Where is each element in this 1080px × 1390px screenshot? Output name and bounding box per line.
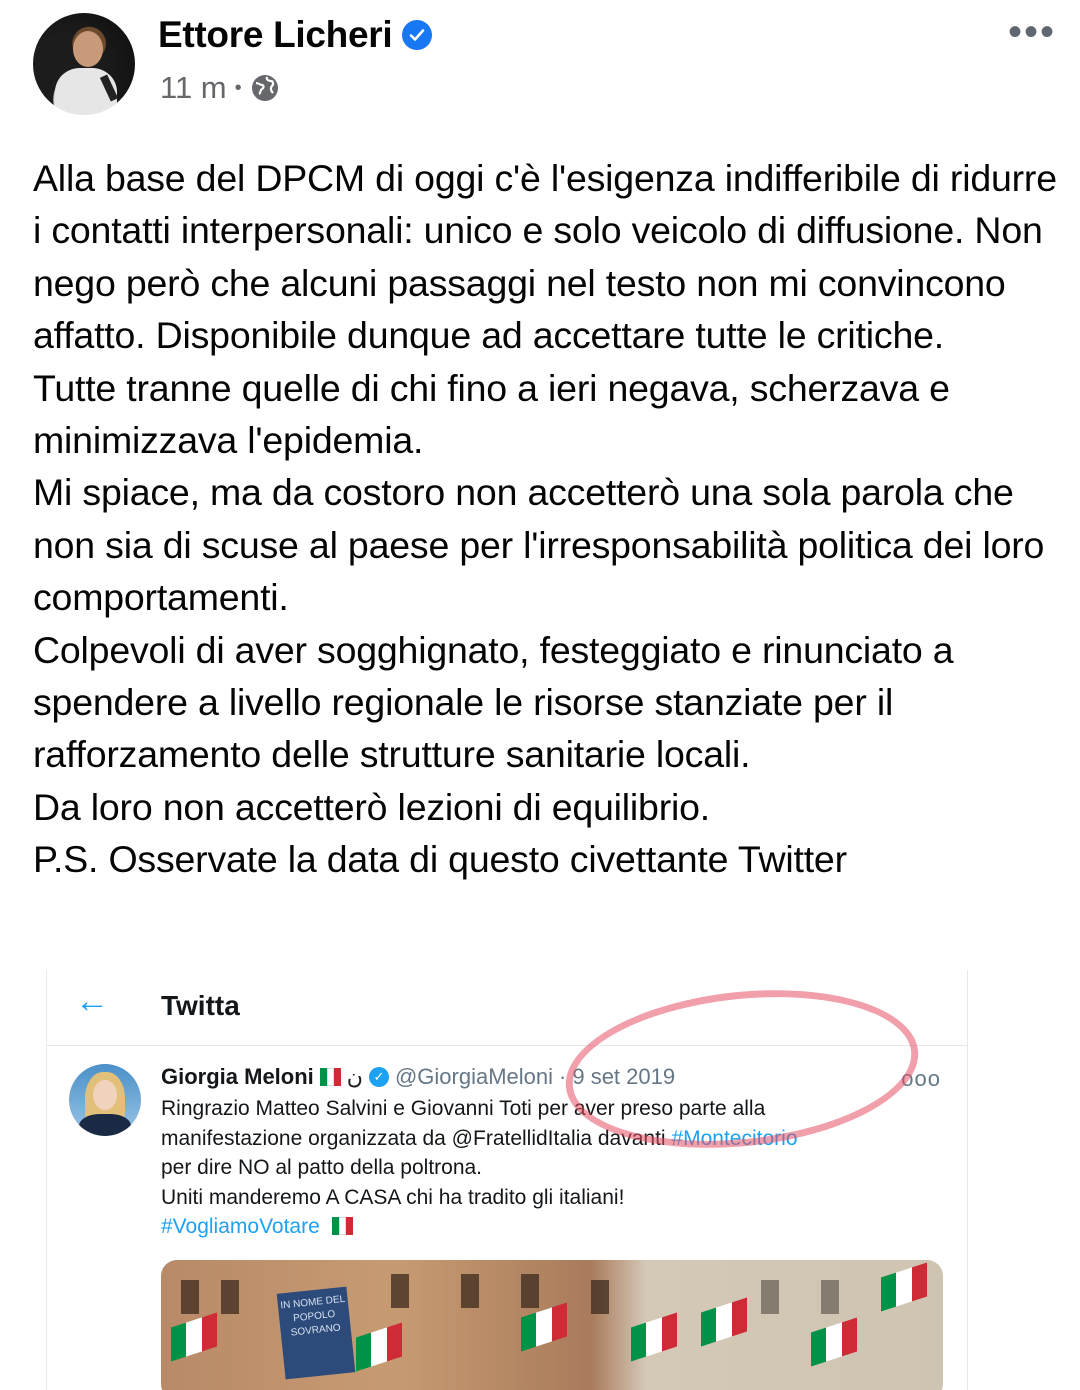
tweet-line: per dire NO al patto della poltrona. xyxy=(161,1156,483,1179)
avatar-body xyxy=(79,1114,131,1136)
photo-window xyxy=(521,1274,539,1308)
embedded-tweet-image[interactable]: ← Twitta Giorgia Meloni ن ✓ @GiorgiaMelo… xyxy=(46,970,968,1390)
meta-separator: • xyxy=(234,76,242,99)
post-time[interactable]: 11 m xyxy=(160,70,227,106)
globe-icon xyxy=(250,73,280,103)
tweet-line: manifestazione organizzata da @Fratellid… xyxy=(161,1124,951,1154)
italian-flag-icon xyxy=(319,1068,341,1086)
tweet-author-name: Giorgia Meloni xyxy=(161,1064,314,1089)
photo-window xyxy=(391,1274,409,1308)
italian-flag-icon xyxy=(331,1217,353,1235)
post-meta: 11 m • xyxy=(160,70,280,106)
photo-window xyxy=(221,1280,239,1314)
photo-window xyxy=(761,1280,779,1314)
italian-flag-photo xyxy=(811,1317,857,1367)
italian-flag-photo xyxy=(631,1312,677,1362)
post-options-button[interactable]: ••• xyxy=(1008,10,1056,55)
tweet-header-title: Twitta xyxy=(161,990,240,1021)
author-name[interactable]: Ettore Licheri xyxy=(158,14,393,56)
tweet-photo: IN NOME DEL POPOLO SOVRANO xyxy=(161,1260,943,1390)
avatar-face xyxy=(73,31,103,67)
photo-window xyxy=(591,1280,609,1314)
tweet-verified-icon: ✓ xyxy=(368,1067,389,1087)
author-name-row[interactable]: Ettore Licheri xyxy=(158,14,433,56)
protest-banner: IN NOME DEL POPOLO SOVRANO xyxy=(276,1286,356,1380)
tweet-author-avatar xyxy=(69,1064,141,1136)
tweet-line-text: manifestazione organizzata da @Fratellid… xyxy=(161,1126,672,1150)
tweet-hashtag-vogliamovotare: #VogliamoVotare xyxy=(161,1215,320,1238)
photo-window xyxy=(181,1280,199,1314)
avatar-face xyxy=(93,1080,117,1110)
author-avatar[interactable] xyxy=(33,13,135,115)
italian-flag-photo xyxy=(521,1302,567,1352)
photo-window xyxy=(461,1274,479,1308)
tweet-name-glyph: ن xyxy=(346,1064,363,1089)
italian-flag-photo xyxy=(701,1297,747,1347)
italian-flag-photo xyxy=(881,1262,927,1312)
tweet-line: #VogliamoVotare xyxy=(161,1212,951,1242)
post-text: Alla base del DPCM di oggi c'è l'esigenz… xyxy=(33,157,1057,881)
photo-window xyxy=(821,1280,839,1314)
tweet-line: Uniti manderemo A CASA chi ha tradito gl… xyxy=(161,1185,625,1209)
back-arrow-icon: ← xyxy=(75,982,109,1020)
tweet-handle: @GiorgiaMeloni xyxy=(394,1064,554,1089)
italian-flag-photo xyxy=(356,1322,402,1372)
verified-badge-icon xyxy=(402,20,433,50)
italian-flag-photo xyxy=(171,1312,217,1362)
